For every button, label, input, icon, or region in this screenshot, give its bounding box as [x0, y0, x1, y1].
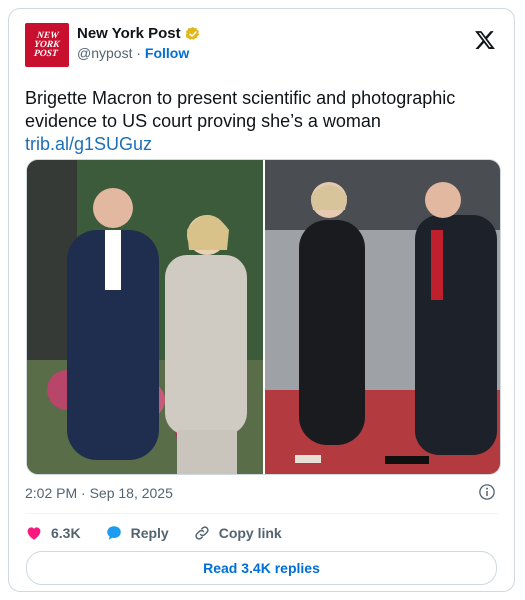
copy-link-button[interactable]: Copy link — [193, 524, 282, 542]
right-photo[interactable] — [265, 160, 500, 474]
media-grid[interactable] — [26, 159, 501, 475]
tweet-link[interactable]: trib.al/g1SUGuz — [25, 133, 495, 156]
tweet-text: Brigette Macron to present scientific an… — [25, 87, 495, 156]
like-button[interactable]: 6.3K — [25, 524, 81, 542]
info-icon[interactable] — [478, 483, 496, 501]
tweet-header: NEW YORK POST New York Post @nypost · Fo… — [25, 23, 498, 69]
follow-button[interactable]: Follow — [145, 45, 189, 61]
garden-photo-image — [27, 160, 263, 474]
x-logo-icon[interactable] — [474, 29, 496, 51]
avatar-logo-text: NEW YORK POST — [33, 30, 61, 59]
tweet-card[interactable]: NEW YORK POST New York Post @nypost · Fo… — [8, 8, 515, 592]
tweet-body: Brigette Macron to present scientific an… — [25, 88, 456, 131]
speech-bubble-icon — [106, 526, 121, 540]
left-photo[interactable] — [27, 160, 263, 474]
link-icon — [195, 526, 209, 540]
red-carpet-photo-image — [265, 160, 500, 474]
reply-label: Reply — [130, 525, 169, 541]
avatar[interactable]: NEW YORK POST — [25, 23, 69, 67]
display-name[interactable]: New York Post — [77, 25, 181, 42]
handle[interactable]: @nypost — [77, 45, 132, 61]
divider — [25, 513, 498, 514]
timestamp[interactable]: 2:02 PM · Sep 18, 2025 — [25, 485, 173, 501]
copy-link-label: Copy link — [218, 525, 282, 541]
verified-badge-icon — [185, 26, 199, 40]
read-replies-button[interactable]: Read 3.4K replies — [26, 551, 497, 585]
separator: · — [136, 45, 142, 61]
action-bar: 6.3K Reply Copy link — [25, 521, 306, 545]
reply-button[interactable]: Reply — [105, 524, 169, 542]
like-count: 6.3K — [51, 525, 81, 541]
heart-icon — [27, 527, 41, 540]
